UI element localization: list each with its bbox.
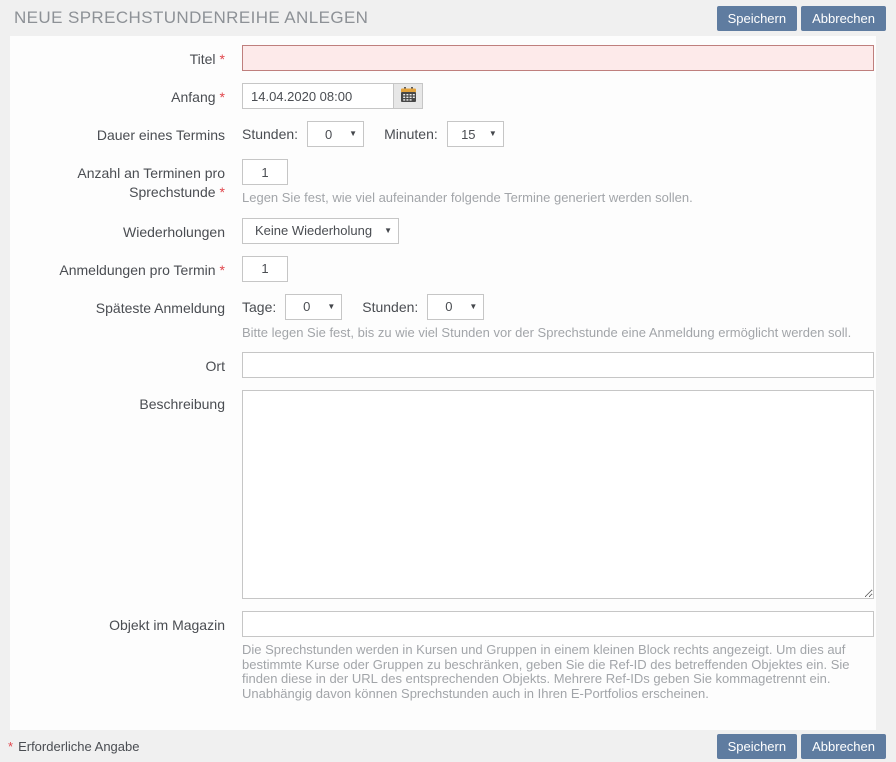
wiederholungen-label: Wiederholungen	[10, 218, 242, 244]
objekt-label: Objekt im Magazin	[10, 611, 242, 701]
form-row-anmeldungen: Anmeldungen pro Termin*	[10, 256, 876, 282]
form-row-beschreibung: Beschreibung	[10, 390, 876, 599]
form-row-titel: Titel*	[10, 45, 876, 71]
duration-minutes-select[interactable]: 15▼	[447, 121, 504, 147]
appointments-count-input[interactable]	[242, 159, 288, 185]
ort-label: Ort	[10, 352, 242, 378]
latest-registration-hours-select[interactable]: 0▼	[427, 294, 484, 320]
spaeteste-label: Späteste Anmeldung	[10, 294, 242, 341]
description-textarea[interactable]	[242, 390, 874, 599]
required-asterisk: *	[8, 739, 13, 754]
form-panel: Titel* Anfang* Dauer eines Termins Stund…	[10, 36, 876, 730]
titel-label: Titel*	[10, 45, 242, 71]
spaeteste-days-label: Tage:	[242, 299, 276, 315]
anmeldungen-label: Anmeldungen pro Termin*	[10, 256, 242, 282]
cancel-button[interactable]: Abbrechen	[801, 6, 886, 31]
duration-hours-select[interactable]: 0▼	[307, 121, 364, 147]
form-row-objekt: Objekt im Magazin Die Sprechstunden werd…	[10, 611, 876, 701]
spaeteste-hours-label: Stunden:	[362, 299, 418, 315]
spaeteste-help-text: Bitte legen Sie fest, bis zu wie viel St…	[242, 326, 874, 341]
objekt-help-text: Die Sprechstunden werden in Kursen und G…	[242, 643, 874, 701]
anzahl-help-text: Legen Sie fest, wie viel aufeinander fol…	[242, 191, 874, 206]
form-row-ort: Ort	[10, 352, 876, 378]
dauer-hours-label: Stunden:	[242, 126, 298, 142]
form-row-dauer: Dauer eines Termins Stunden: 0▼ Minuten:…	[10, 121, 876, 147]
latest-registration-days-select[interactable]: 0▼	[285, 294, 342, 320]
cancel-button-bottom[interactable]: Abbrechen	[801, 734, 886, 759]
calendar-icon	[400, 87, 417, 106]
chevron-down-icon: ▼	[489, 130, 503, 138]
form-row-spaeteste: Späteste Anmeldung Tage: 0▼ Stunden: 0▼ …	[10, 294, 876, 341]
chevron-down-icon: ▼	[384, 227, 398, 235]
registrations-per-appointment-input[interactable]	[242, 256, 288, 282]
page-header: NEUE SPRECHSTUNDENREIHE ANLEGEN Speicher…	[0, 0, 896, 36]
anfang-label: Anfang*	[10, 83, 242, 109]
repetition-select[interactable]: Keine Wiederholung▼	[242, 218, 399, 244]
anzahl-label: Anzahl an Terminen pro Sprechstunde*	[10, 159, 242, 206]
required-asterisk: *	[220, 89, 225, 105]
chevron-down-icon: ▼	[469, 303, 483, 311]
page-footer: *Erforderliche Angabe Speichern Abbreche…	[0, 730, 896, 762]
form-row-anzahl: Anzahl an Terminen pro Sprechstunde* Leg…	[10, 159, 876, 206]
dauer-minutes-label: Minuten:	[384, 126, 438, 142]
dauer-label: Dauer eines Termins	[10, 121, 242, 147]
required-asterisk: *	[220, 262, 225, 278]
anfang-date-input[interactable]	[242, 83, 394, 109]
required-asterisk: *	[220, 184, 225, 200]
repository-object-input[interactable]	[242, 611, 874, 637]
titel-input[interactable]	[242, 45, 874, 71]
required-asterisk: *	[220, 51, 225, 67]
chevron-down-icon: ▼	[327, 303, 341, 311]
location-input[interactable]	[242, 352, 874, 378]
beschreibung-label: Beschreibung	[10, 390, 242, 599]
save-button[interactable]: Speichern	[717, 6, 798, 31]
page-title: NEUE SPRECHSTUNDENREIHE ANLEGEN	[14, 8, 713, 28]
required-field-note: *Erforderliche Angabe	[8, 739, 713, 754]
calendar-button[interactable]	[393, 83, 423, 109]
form-row-wiederholungen: Wiederholungen Keine Wiederholung▼	[10, 218, 876, 244]
form-row-anfang: Anfang*	[10, 83, 876, 109]
save-button-bottom[interactable]: Speichern	[717, 734, 798, 759]
chevron-down-icon: ▼	[349, 130, 363, 138]
